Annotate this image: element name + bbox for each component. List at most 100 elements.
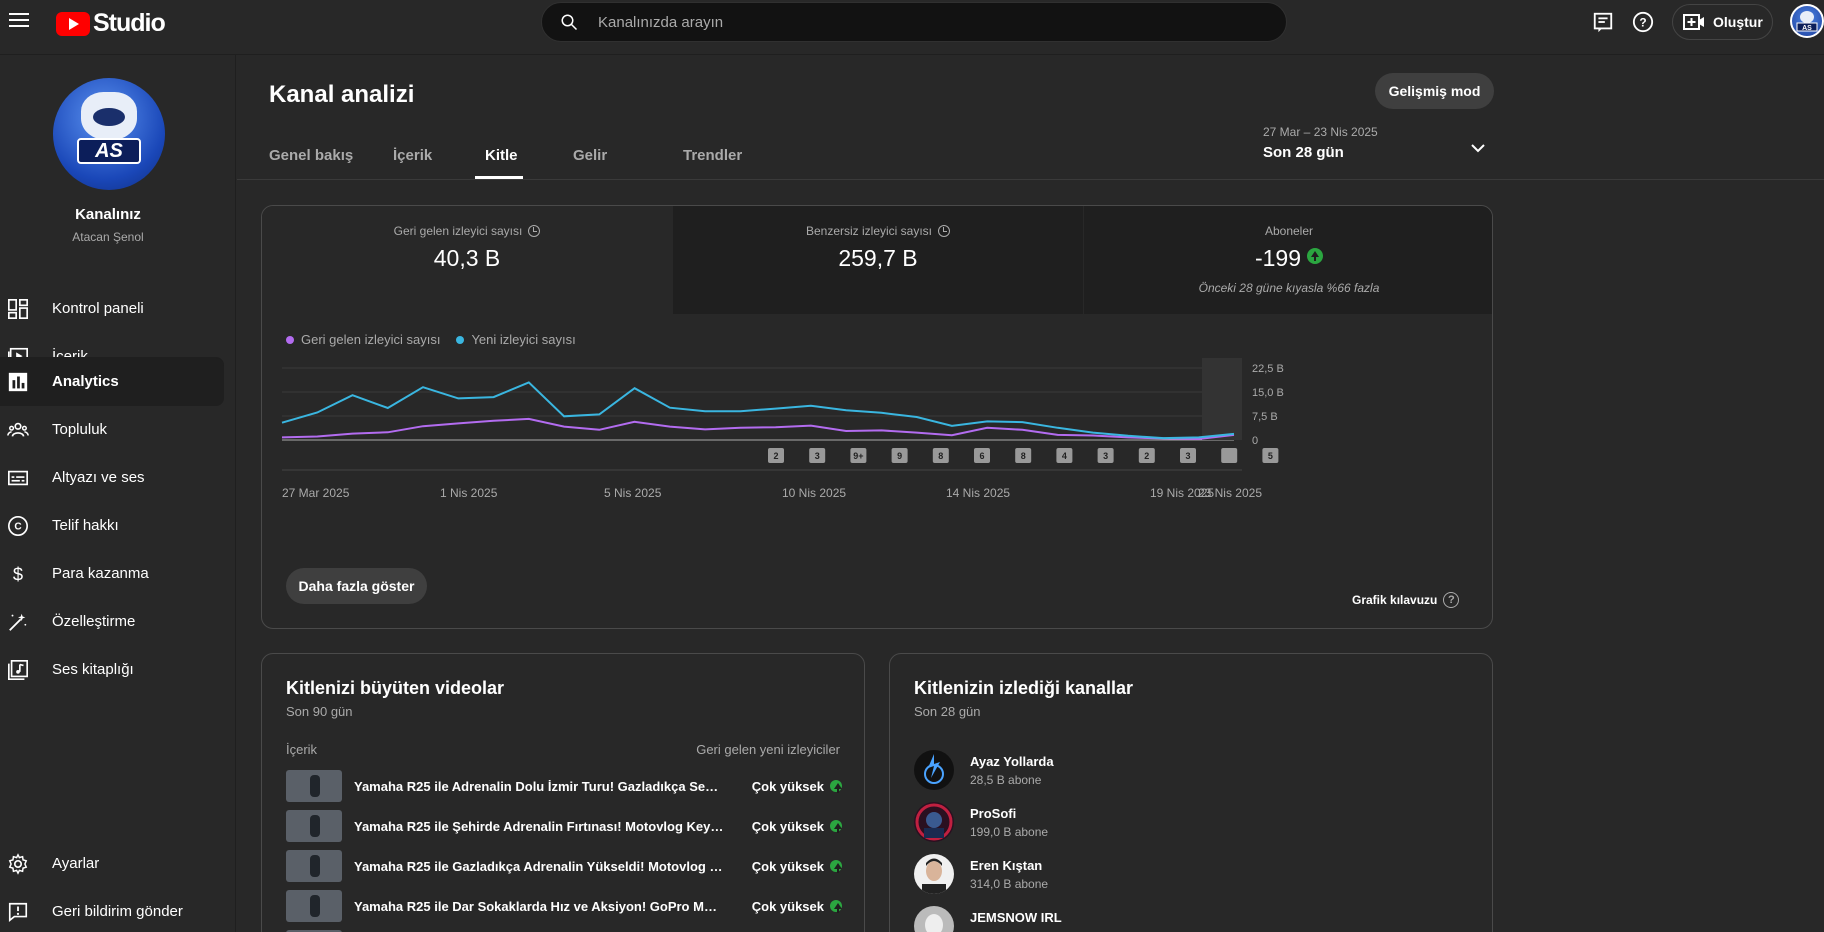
advanced-mode-button[interactable]: Gelişmiş mod — [1375, 73, 1494, 109]
date-period-selector[interactable]: Son 28 gün — [1263, 144, 1344, 161]
magic-wand-icon — [9, 613, 27, 631]
create-label: Oluştur — [1713, 14, 1763, 30]
upload-marker-label: 3 — [1103, 451, 1108, 461]
channel-name: JEMSNOW IRL — [970, 910, 1062, 925]
video-row[interactable]: Yamaha R25 ile Gazladıkça Adrenalin Yüks… — [286, 850, 842, 884]
metric-value: 40,3 B — [433, 245, 501, 271]
studio-logo[interactable]: Studio — [56, 9, 166, 38]
video-title: Yamaha R25 ile Gazladıkça Adrenalin Yüks… — [354, 859, 724, 874]
video-title: Yamaha R25 ile Adrenalin Dolu İzmir Turu… — [354, 779, 724, 794]
legend-dot — [286, 335, 294, 344]
channel-avatar — [914, 906, 954, 932]
arrow-up-icon — [830, 820, 842, 833]
account-avatar-text: AS — [1802, 25, 1812, 32]
create-button[interactable]: Oluştur — [1672, 4, 1773, 40]
top-bar: Studio Kanalınızda arayın ? Oluştur AS — [0, 0, 1824, 55]
tab-trends[interactable]: Trendler — [683, 147, 742, 164]
legend-item[interactable]: Geri gelen izleyici sayısı — [286, 332, 440, 347]
channel-name: Ayaz Yollarda — [970, 754, 1054, 769]
metric-returning-viewers[interactable]: Geri gelen izleyici sayısı 40,3 B — [262, 206, 672, 314]
sidebar-item-customization[interactable]: Özelleştirme — [0, 598, 224, 646]
tab-revenue[interactable]: Gelir — [573, 147, 607, 164]
messages-icon[interactable] — [1592, 11, 1614, 33]
channel-row[interactable]: ProSofi 199,0 B abone — [914, 802, 1314, 846]
show-more-button[interactable]: Daha fazla göster — [286, 568, 427, 604]
sidebar-item-monetization[interactable]: $ Para kazanma — [0, 550, 224, 598]
channel-row[interactable]: Ayaz Yollarda 28,5 B abone — [914, 750, 1314, 794]
header-divider — [237, 179, 1824, 180]
y-tick-label: 22,5 B — [1252, 363, 1284, 375]
chart-guide-label: Grafik kılavuzu — [1352, 593, 1438, 607]
community-icon — [7, 422, 29, 437]
sidebar-item-audio-library[interactable]: Ses kitaplığı — [0, 646, 224, 694]
column-header-content: İçerik — [286, 742, 318, 757]
sidebar-item-feedback[interactable]: Geri bildirim gönder — [0, 888, 224, 932]
sidebar-item-label: Telif hakkı — [52, 517, 119, 534]
gear-icon — [8, 853, 28, 875]
channel-avatar — [914, 750, 954, 790]
help-icon[interactable]: ? — [1632, 11, 1654, 33]
upload-marker-label: 9 — [897, 451, 902, 461]
video-thumbnail — [286, 850, 342, 882]
video-row[interactable]: Yamaha R25 ile Şehirde Adrenalin Fırtına… — [286, 810, 842, 844]
feedback-icon — [8, 902, 28, 922]
video-value: Çok yüksek — [751, 819, 824, 834]
sidebar-item-community[interactable]: Topluluk — [0, 406, 224, 454]
watched-channels-card: Kitlenizin izlediği kanallar Son 28 gün … — [889, 653, 1493, 932]
x-tick-label: 1 Nis 2025 — [440, 486, 498, 500]
channel-avatar-text: AS — [77, 138, 141, 164]
sidebar-item-label: Ses kitaplığı — [52, 661, 134, 678]
dashboard-icon — [8, 299, 28, 319]
svg-text:?: ? — [1639, 16, 1646, 30]
partial-data-region — [1202, 358, 1242, 440]
channel-subscribers: 199,0 B abone — [970, 825, 1049, 839]
arrow-up-icon — [1307, 248, 1324, 264]
sidebar-item-label: Kontrol paneli — [52, 300, 144, 317]
sidebar-item-subtitles[interactable]: Altyazı ve ses — [0, 454, 224, 502]
video-row[interactable]: Yamaha R25 ile Dar Sokaklarda Hız ve Aks… — [286, 890, 842, 924]
x-tick-label: 14 Nis 2025 — [946, 486, 1010, 500]
menu-icon[interactable] — [8, 9, 30, 31]
channel-row[interactable]: JEMSNOW IRL — [914, 906, 1314, 932]
upload-marker-label: 8 — [938, 451, 943, 461]
line-chart[interactable]: 22,5 B 15,0 B 7,5 B 0 2 3 9+ 9 8 6 8 4 3 2 3 5 27 Mar 20… — [262, 356, 1493, 546]
upload-marker-label: 9+ — [853, 451, 863, 461]
series-line — [281, 381, 1235, 440]
legend-item[interactable]: Yeni izleyici sayısı — [456, 332, 576, 347]
sidebar-item-copyright[interactable]: C Telif hakkı — [0, 502, 224, 550]
metric-subscribers[interactable]: Aboneler -199 Önceki 28 güne kıyasla %66… — [1084, 206, 1492, 314]
sidebar-item-analytics-row[interactable]: Analytics — [0, 358, 224, 406]
video-row[interactable]: Yamaha R25 ile Adrenalin Dolu İzmir Turu… — [286, 770, 842, 804]
metric-value: 259,7 B — [838, 245, 918, 271]
tab-audience[interactable]: Kitle — [485, 147, 518, 164]
channel-row[interactable]: Eren Kıştan 314,0 B abone — [914, 854, 1314, 898]
growing-videos-card: Kitlenizi büyüten videolar Son 90 gün İç… — [261, 653, 865, 932]
search-input[interactable]: Kanalınızda arayın — [541, 2, 1287, 42]
video-value: Çok yüksek — [751, 779, 824, 794]
chevron-down-icon[interactable] — [1469, 139, 1487, 157]
upload-marker — [1221, 448, 1238, 463]
section-title: Kitlenizin izlediği kanallar — [914, 678, 1134, 698]
tiger-logo-icon — [81, 92, 137, 140]
metric-unique-viewers[interactable]: Benzersiz izleyici sayısı 259,7 B — [673, 206, 1083, 314]
svg-text:C: C — [14, 522, 21, 533]
create-video-icon — [1683, 14, 1704, 30]
upload-marker-label: 3 — [815, 451, 820, 461]
sidebar-item-settings[interactable]: Ayarlar — [0, 840, 224, 888]
legend-dot — [456, 335, 465, 344]
sidebar-item-label: Para kazanma — [52, 565, 149, 582]
chart-guide-link[interactable]: Grafik kılavuzu ? — [1352, 592, 1492, 608]
account-avatar[interactable]: AS — [1790, 4, 1824, 38]
page-title: Kanal analizi — [269, 81, 415, 108]
section-subtitle: Son 28 gün — [914, 704, 981, 719]
sidebar-item-label: Topluluk — [52, 421, 108, 438]
y-tick-label: 15,0 B — [1252, 387, 1284, 399]
tab-content[interactable]: İçerik — [393, 147, 432, 164]
video-thumbnail — [286, 810, 342, 842]
channel-avatar[interactable]: AS — [53, 78, 165, 190]
sidebar-item-dashboard[interactable]: Kontrol paneli — [0, 285, 224, 333]
upload-marker-label: 4 — [1062, 451, 1067, 461]
video-title: Yamaha R25 ile Dar Sokaklarda Hız ve Aks… — [354, 899, 724, 914]
tab-overview[interactable]: Genel bakış — [269, 147, 353, 164]
channel-name: Atacan Şenol — [72, 230, 144, 244]
